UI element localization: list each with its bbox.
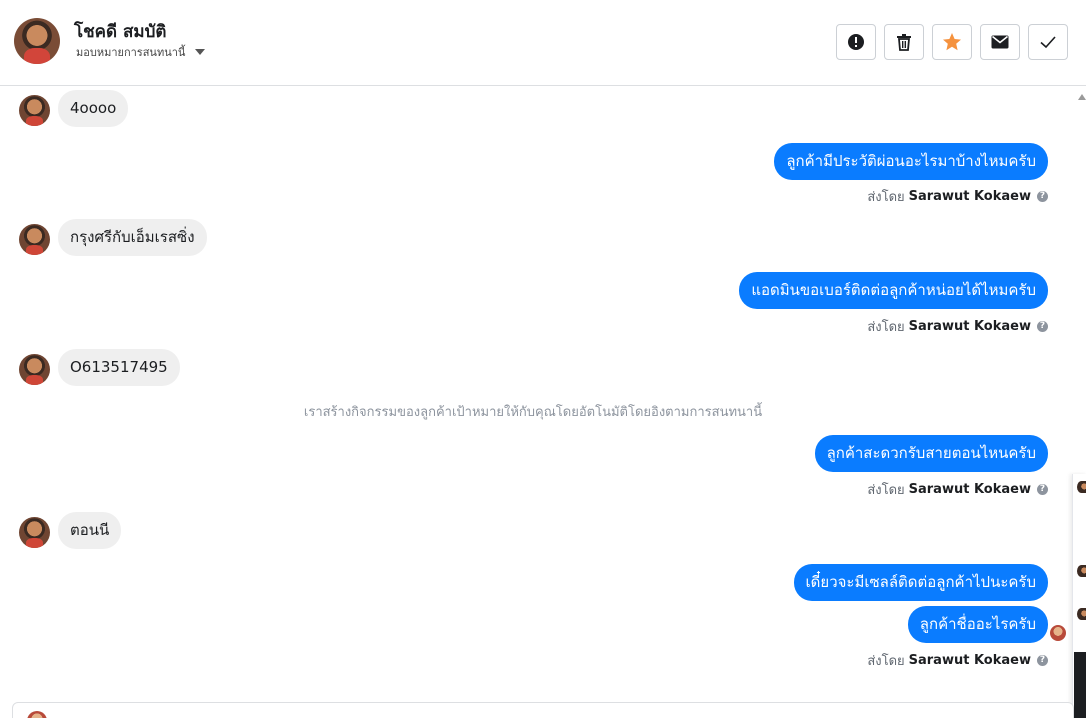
- question-circle-icon[interactable]: ?: [1037, 655, 1048, 666]
- system-activity-note: เราสร้างกิจกรรมของลูกค้าเป้าหมายให้กับคุ…: [303, 405, 763, 420]
- side-panel-dark-block: [1074, 652, 1086, 718]
- sent-by-line: ส่งโดย Sarawut Kokaew ?: [867, 479, 1048, 500]
- alert-icon: [848, 34, 864, 50]
- check-icon: [1040, 36, 1056, 49]
- outgoing-message: ลูกค้ามีประวัติผ่อนอะไรมาบ้างไหมครับ: [774, 143, 1048, 180]
- sent-by-line: ส่งโดย Sarawut Kokaew ?: [867, 650, 1048, 671]
- contact-avatar-small: [19, 517, 50, 548]
- mark-done-button[interactable]: [1028, 24, 1068, 60]
- sent-by-prefix: ส่งโดย: [867, 190, 905, 205]
- sent-by-agent: Sarawut Kokaew: [908, 319, 1031, 334]
- assign-conversation-dropdown[interactable]: มอบหมายการสนทนานี้: [76, 43, 206, 61]
- sent-by-agent: Sarawut Kokaew: [908, 653, 1031, 668]
- seen-indicator-avatar: [1050, 625, 1066, 641]
- inbox-conversation-view: โชคดี สมบัติ มอบหมายการสนทนานี้ 4oooo ลู…: [0, 0, 1086, 718]
- mark-spam-button[interactable]: [836, 24, 876, 60]
- question-circle-icon[interactable]: ?: [1037, 321, 1048, 332]
- contact-avatar-small: [19, 354, 50, 385]
- sent-by-line: ส่งโดย Sarawut Kokaew ?: [867, 186, 1048, 207]
- mark-unread-button[interactable]: [980, 24, 1020, 60]
- conversation-header: โชคดี สมบัติ มอบหมายการสนทนานี้: [0, 0, 1086, 86]
- contact-name[interactable]: โชคดี สมบัติ: [74, 18, 166, 45]
- sent-by-agent: Sarawut Kokaew: [908, 482, 1031, 497]
- incoming-message: O613517495: [58, 349, 180, 386]
- contact-avatar-small: [19, 95, 50, 126]
- delete-button[interactable]: [884, 24, 924, 60]
- incoming-message: ตอนนี: [58, 512, 122, 549]
- message-composer[interactable]: [12, 702, 1074, 718]
- question-circle-icon[interactable]: ?: [1037, 191, 1048, 202]
- side-contact-avatar[interactable]: [1077, 608, 1086, 620]
- question-circle-icon[interactable]: ?: [1037, 484, 1048, 495]
- outgoing-message: ลูกค้าสะดวกรับสายตอนไหนครับ: [814, 435, 1048, 472]
- outgoing-message: เดี๋ยวจะมีเซลล์ติดต่อลูกค้าไปนะครับ: [793, 564, 1048, 601]
- star-button[interactable]: [932, 24, 972, 60]
- sent-by-prefix: ส่งโดย: [867, 483, 905, 498]
- sent-by-agent: Sarawut Kokaew: [908, 189, 1031, 204]
- trash-icon: [897, 34, 911, 51]
- star-icon: [943, 33, 961, 51]
- outgoing-message: ลูกค้าชื่ออะไรครับ: [907, 606, 1048, 643]
- contact-avatar-small: [19, 224, 50, 255]
- caret-down-icon: [195, 49, 206, 55]
- header-actions: [836, 24, 1068, 60]
- contact-avatar[interactable]: [14, 18, 60, 64]
- sent-by-prefix: ส่งโดย: [867, 654, 905, 669]
- assign-conversation-label: มอบหมายการสนทนานี้: [76, 46, 186, 59]
- incoming-message: 4oooo: [58, 90, 129, 127]
- side-contact-avatar[interactable]: [1077, 565, 1086, 577]
- message-thread: 4oooo ลูกค้ามีประวัติผ่อนอะไรมาบ้างไหมคร…: [0, 87, 1086, 701]
- outgoing-message: แอดมินขอเบอร์ติดต่อลูกค้าหน่อยได้ไหมครับ: [739, 272, 1048, 309]
- sent-by-line: ส่งโดย Sarawut Kokaew ?: [867, 316, 1048, 337]
- sent-by-prefix: ส่งโดย: [867, 320, 905, 335]
- side-contact-avatar[interactable]: [1077, 481, 1086, 493]
- agent-avatar: [27, 711, 47, 718]
- incoming-message: กรุงศรีกับเอ็มเรสซิ่ง: [58, 219, 207, 256]
- envelope-icon: [991, 35, 1009, 49]
- scroll-up-arrow-icon[interactable]: [1078, 94, 1086, 100]
